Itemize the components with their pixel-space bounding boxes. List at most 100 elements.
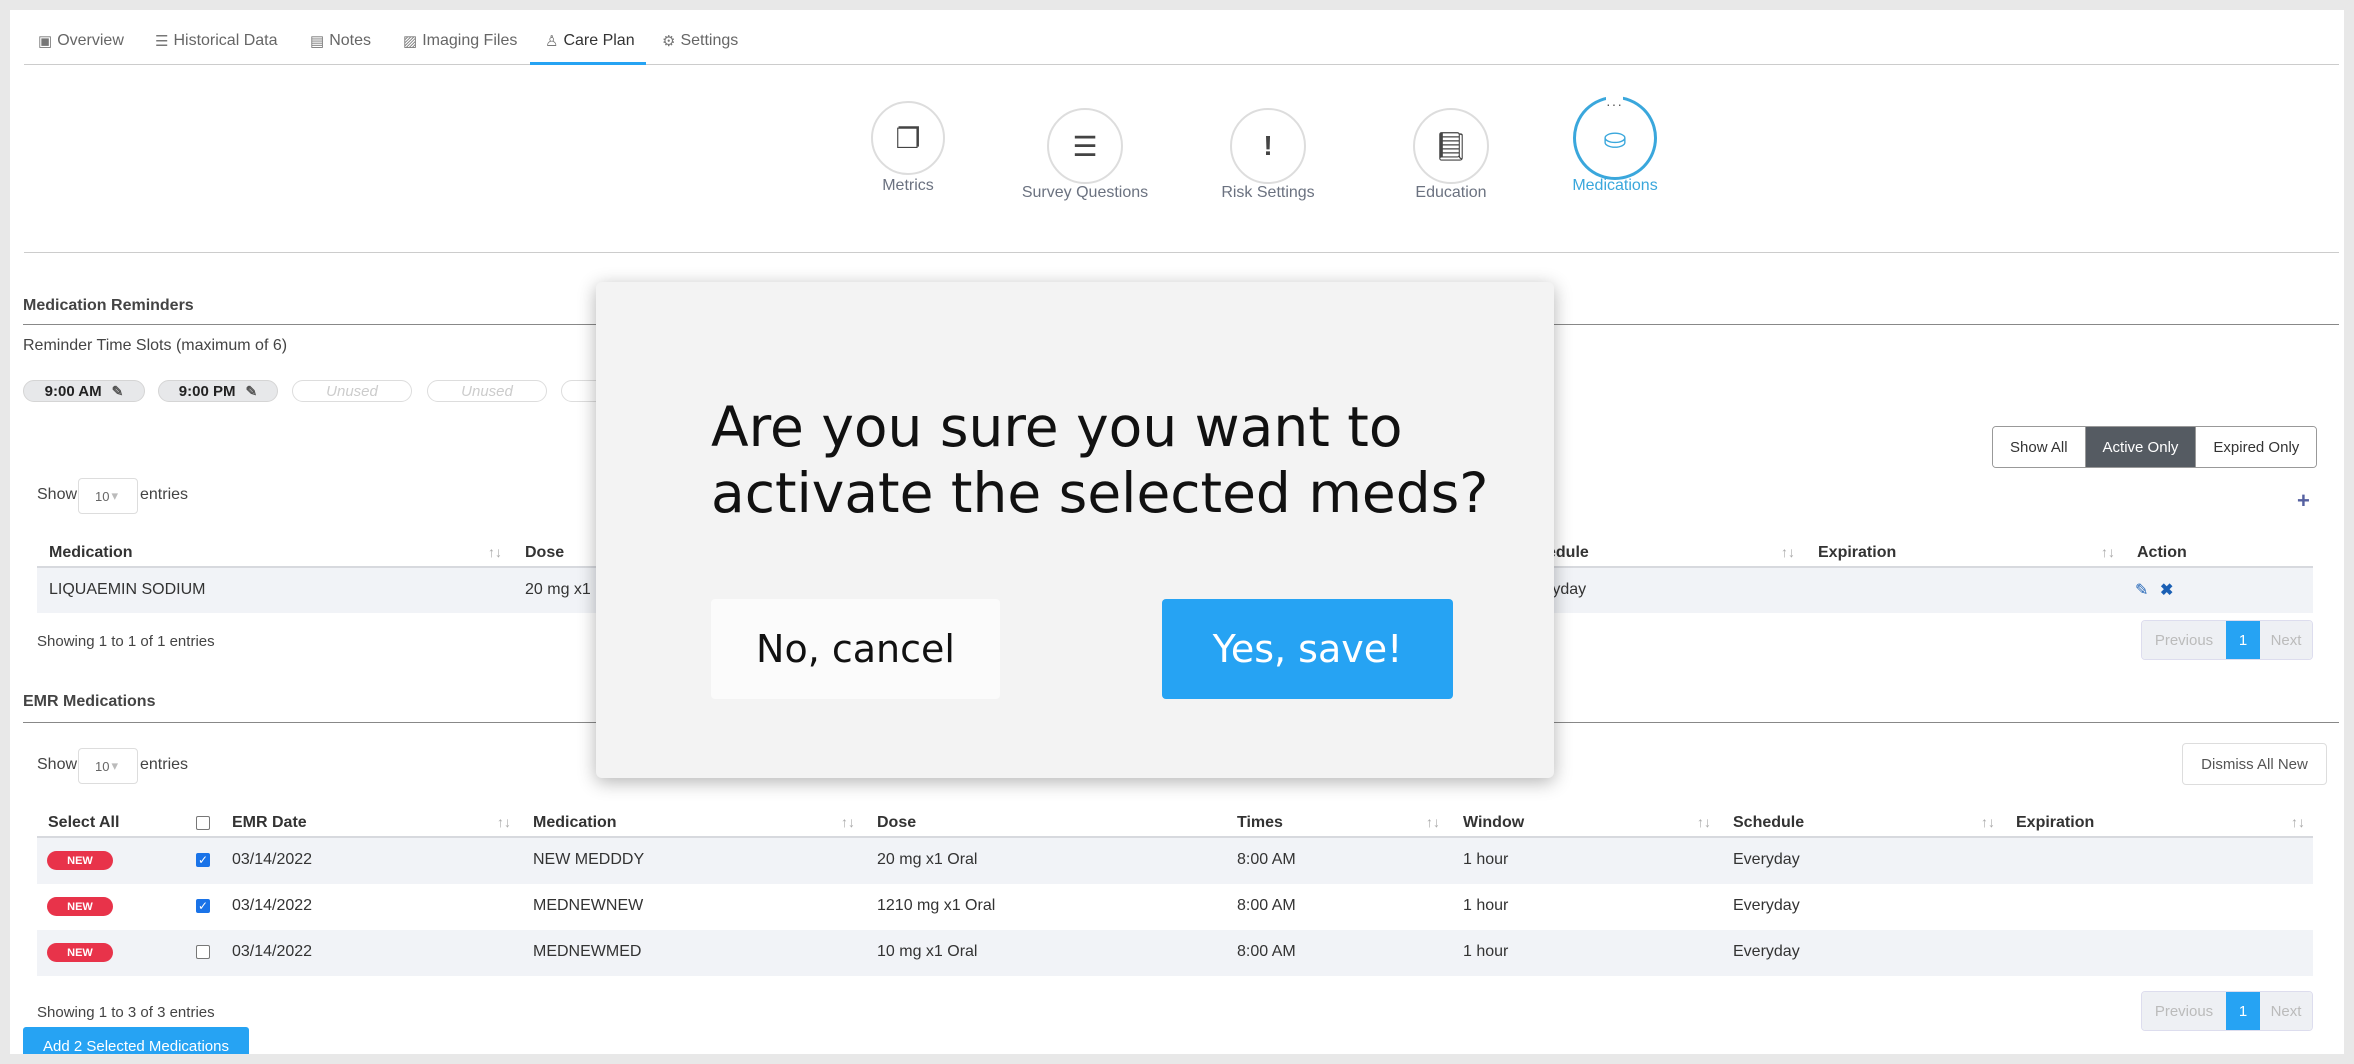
active-tab-indicator (530, 62, 646, 65)
sort-icon[interactable]: ↑↓ (488, 544, 502, 560)
cell-emr-date: 03/14/2022 (232, 943, 313, 960)
medication-reminders-title: Medication Reminders (23, 297, 194, 314)
table-info: Showing 1 to 3 of 3 entries (37, 1004, 215, 1021)
page-1-button[interactable]: 1 (2226, 621, 2260, 659)
table-row (37, 838, 2313, 884)
exclamation-icon: ! (1263, 130, 1273, 161)
next-button[interactable]: Next (2260, 992, 2312, 1030)
reminder-slot-unused[interactable]: Unused (292, 380, 412, 402)
col-window[interactable]: Window (1463, 814, 1524, 832)
tab-overview[interactable]: ▣ Overview (38, 32, 124, 50)
col-times[interactable]: Times (1237, 814, 1283, 832)
cell-medication: LIQUAEMIN SODIUM (49, 581, 206, 598)
confirm-save-button[interactable]: Yes, save! (1162, 599, 1453, 699)
show-label: Show (37, 756, 78, 773)
dismiss-all-new-button[interactable]: Dismiss All New (2182, 743, 2327, 785)
table-row (37, 930, 2313, 976)
page-size-select[interactable]: 10 ▾ (78, 478, 138, 514)
sort-icon[interactable]: ↑↓ (841, 814, 855, 830)
active-only-button[interactable]: Active Only (2085, 427, 2197, 467)
reminder-slot[interactable]: 9:00 PM ✎ (158, 380, 278, 402)
status-filter-group: Show All Active Only Expired Only (1992, 426, 2318, 468)
col-expiration[interactable]: Expiration (2016, 814, 2094, 832)
cell-dose: 1210 mg x1 Oral (877, 897, 996, 914)
tab-care-plan[interactable]: ♙ Care Plan (545, 32, 635, 50)
chevron-down-icon: ▾ (111, 758, 118, 773)
sort-icon[interactable]: ↑↓ (1981, 814, 1995, 830)
cell-medication: NEW MEDDDY (533, 851, 645, 868)
col-schedule[interactable]: Schedule (1733, 814, 1804, 832)
next-button[interactable]: Next (2260, 621, 2312, 659)
select-all-checkbox[interactable] (196, 816, 210, 830)
tabs-divider (24, 64, 2339, 65)
cell-medication: MEDNEWMED (533, 943, 642, 960)
metrics-button[interactable]: ❐ (871, 101, 945, 175)
delete-icon[interactable]: ✖ (2160, 580, 2173, 600)
col-medication[interactable]: Medication (533, 814, 617, 832)
edit-icon[interactable]: ✎ (2135, 580, 2148, 600)
survey-questions-button[interactable]: ☰ (1047, 108, 1123, 184)
confirm-question: Are you sure you want to activate the se… (711, 395, 1489, 525)
survey-questions-label: Survey Questions (1021, 184, 1149, 201)
cell-times: 8:00 AM (1237, 943, 1296, 960)
list-icon: ☰ (1072, 130, 1098, 162)
cell-window: 1 hour (1463, 943, 1509, 960)
page-1-button[interactable]: 1 (2226, 992, 2260, 1030)
sort-icon[interactable]: ↑↓ (2291, 814, 2305, 830)
reminder-slot-unused[interactable]: Unused (427, 380, 547, 402)
previous-button[interactable]: Previous (2142, 621, 2226, 659)
tab-settings[interactable]: ⚙ Settings (662, 32, 738, 50)
add-medication-button[interactable]: + (2297, 488, 2310, 514)
reminder-slot[interactable]: 9:00 AM ✎ (23, 380, 145, 402)
gear-icon: ⚙ (662, 33, 676, 50)
risk-settings-button[interactable]: ! (1230, 108, 1306, 184)
row-checkbox[interactable]: ✓ (196, 899, 210, 913)
cell-times: 8:00 AM (1237, 897, 1296, 914)
page-size-select[interactable]: 10 ▾ (78, 748, 138, 784)
pagination: Previous 1 Next (2141, 991, 2313, 1031)
col-dose[interactable]: Dose (877, 814, 916, 832)
row-checkbox[interactable]: ✓ (196, 853, 210, 867)
entries-label: entries (140, 756, 189, 773)
tab-notes[interactable]: ▤ Notes (310, 32, 371, 50)
sort-icon[interactable]: ↑↓ (1697, 814, 1711, 830)
reminder-slots-label: Reminder Time Slots (maximum of 6) (23, 337, 288, 354)
notes-icon: ▤ (310, 33, 325, 50)
sort-icon[interactable]: ↑↓ (1426, 814, 1440, 830)
new-badge: NEW (47, 897, 113, 916)
tab-historical-data[interactable]: ☰ Historical Data (155, 32, 277, 50)
cell-schedule: Everyday (1733, 943, 1800, 960)
add-selected-medications-button[interactable]: Add 2 Selected Medications (23, 1027, 249, 1054)
confirm-dialog: Are you sure you want to activate the se… (596, 282, 1554, 778)
careplan-divider (24, 252, 2339, 253)
col-expiration[interactable]: Expiration (1818, 544, 1896, 562)
pagination: Previous 1 Next (2141, 620, 2313, 660)
sort-icon[interactable]: ↑↓ (1781, 544, 1795, 560)
new-badge: NEW (47, 851, 113, 870)
sort-icon[interactable]: ↑↓ (497, 814, 511, 830)
previous-button[interactable]: Previous (2142, 992, 2226, 1030)
education-button[interactable]: 📘︎ (1413, 108, 1489, 184)
cancel-button[interactable]: No, cancel (711, 599, 1000, 699)
pencil-icon[interactable]: ✎ (112, 383, 124, 400)
expired-only-button[interactable]: Expired Only (2196, 427, 2317, 467)
col-medication[interactable]: Medication (49, 544, 133, 562)
col-emr-date[interactable]: EMR Date (232, 814, 307, 832)
tab-imaging-files[interactable]: ▨ Imaging Files (403, 32, 517, 50)
more-icon[interactable]: ··· (1606, 96, 1623, 112)
row-checkbox[interactable] (196, 945, 210, 959)
pill-bottle-icon: ⛀ (1603, 122, 1627, 154)
table-info: Showing 1 to 1 of 1 entries (37, 633, 215, 650)
page: ▣ Overview ☰ Historical Data ▤ Notes ▨ Imagi… (10, 10, 2344, 1054)
sort-icon[interactable]: ↑↓ (2101, 544, 2115, 560)
cell-medication: MEDNEWNEW (533, 897, 644, 914)
pencil-icon[interactable]: ✎ (245, 383, 257, 400)
cell-emr-date: 03/14/2022 (232, 897, 313, 914)
show-all-button[interactable]: Show All (1993, 427, 2086, 467)
cell-dose: 10 mg x1 Oral (877, 943, 978, 960)
col-dose[interactable]: Dose (525, 544, 564, 562)
metrics-label: Metrics (882, 177, 934, 194)
cell-dose: 20 mg x1 Oral (877, 851, 978, 868)
cell-window: 1 hour (1463, 851, 1509, 868)
cell-emr-date: 03/14/2022 (232, 851, 313, 868)
